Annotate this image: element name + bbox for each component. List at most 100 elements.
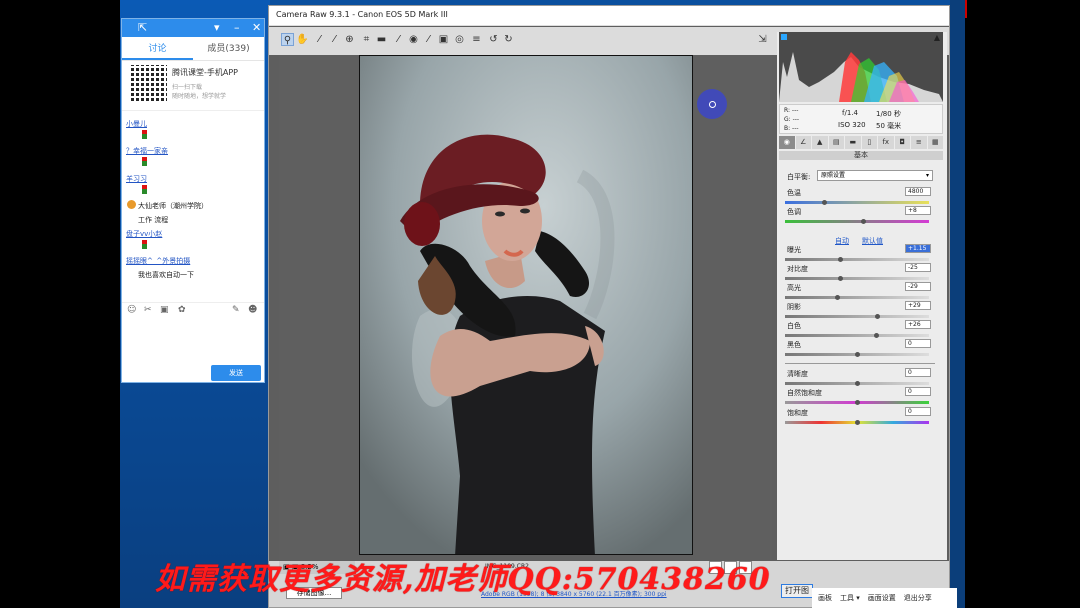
- section-title: 基本: [779, 151, 943, 160]
- slider-track[interactable]: [785, 220, 929, 223]
- rose-icon: [142, 157, 147, 166]
- fullscreen-icon[interactable]: ⇲: [756, 33, 769, 46]
- tab-discuss[interactable]: 讨论: [122, 37, 193, 60]
- slider-thumb[interactable]: [855, 381, 860, 386]
- slider-thumb[interactable]: [855, 352, 860, 357]
- slider-thumb[interactable]: [875, 314, 881, 319]
- dropdown-icon[interactable]: ▾: [214, 21, 220, 34]
- shadow-clip-icon[interactable]: [781, 34, 787, 40]
- tab-effects-icon[interactable]: fx: [878, 136, 894, 149]
- straighten-tool-icon[interactable]: ▬: [375, 33, 388, 46]
- wb-value: 原照设置: [821, 172, 846, 179]
- slider-label: 色调: [787, 208, 801, 216]
- slider-label: 白色: [787, 322, 801, 330]
- emoji-icon[interactable]: ☺: [127, 305, 136, 315]
- app-sub-line2: 随时随地，想学就学: [172, 93, 227, 100]
- red-eye-icon[interactable]: ◉: [407, 33, 420, 46]
- list-item[interactable]: 大仙老师（潮州学院）: [138, 201, 208, 211]
- highlight-clip-icon[interactable]: ▲: [934, 33, 940, 42]
- send-button[interactable]: 发送: [211, 365, 261, 381]
- scissors-icon[interactable]: ✂: [144, 305, 152, 315]
- share-icon[interactable]: ⇱: [138, 21, 147, 34]
- slider-value-field[interactable]: 4800: [905, 187, 931, 196]
- tab-presets-icon[interactable]: ≡: [911, 136, 927, 149]
- slider-value-field[interactable]: -29: [905, 282, 931, 291]
- spot-removal-icon[interactable]: ⁄: [392, 33, 405, 46]
- slider-thumb[interactable]: [821, 200, 827, 205]
- slider-track[interactable]: [785, 201, 929, 204]
- slider-thumb[interactable]: [855, 400, 860, 405]
- slider-label: 黑色: [787, 341, 801, 349]
- default-link[interactable]: 默认值: [862, 236, 883, 246]
- pointer-highlight: [697, 89, 727, 119]
- slider-thumb[interactable]: [860, 219, 866, 224]
- open-image-button[interactable]: 打开图: [781, 584, 813, 598]
- slider-value-field[interactable]: +1.15: [905, 244, 931, 253]
- slider-thumb[interactable]: [873, 333, 879, 338]
- slider-value-field[interactable]: +29: [905, 301, 931, 310]
- white-balance-select[interactable]: 原照设置 ▾: [817, 170, 933, 181]
- slider-thumb[interactable]: [855, 420, 860, 425]
- hand-tool-icon[interactable]: ✋: [296, 33, 309, 46]
- histogram-graph: [779, 52, 943, 102]
- slider-value-field[interactable]: 0: [905, 407, 931, 416]
- slider-thumb[interactable]: [834, 295, 840, 300]
- slider-track[interactable]: [785, 277, 929, 280]
- share-toolbar: 画板 工具 ▾ 画面设置 退出分享: [812, 588, 957, 608]
- slider-value-field[interactable]: +8: [905, 206, 931, 215]
- targeted-adjust-icon[interactable]: ⊕: [343, 33, 356, 46]
- tab-camera-icon[interactable]: ◘: [894, 136, 910, 149]
- slider-track[interactable]: [785, 296, 929, 299]
- graduated-filter-icon[interactable]: ▣: [437, 33, 450, 46]
- slider-thumb[interactable]: [837, 257, 843, 262]
- rotate-right-icon[interactable]: ↻: [502, 33, 515, 46]
- tool-whiteboard[interactable]: 画板: [818, 588, 832, 608]
- image-icon[interactable]: ▣: [160, 305, 169, 315]
- slider-value-field[interactable]: -25: [905, 263, 931, 272]
- message-list: 小曼儿 ？幸福一家亲 羊习习 大仙老师（潮州学院） 工作 流程 盘子vv小赵 摇…: [122, 119, 264, 299]
- minimize-icon[interactable]: –: [234, 21, 240, 34]
- list-item[interactable]: 摇摇眼^_^外景拍摄: [126, 256, 190, 266]
- color-sampler-icon[interactable]: ⁄: [328, 33, 341, 46]
- preview-canvas[interactable]: [279, 55, 772, 560]
- user-icon[interactable]: ☻: [248, 305, 257, 315]
- tab-basic-icon[interactable]: ◉: [779, 136, 795, 149]
- preferences-icon[interactable]: ≡: [470, 33, 483, 46]
- tab-members[interactable]: 成员(339): [193, 37, 264, 60]
- slider-value-field[interactable]: 0: [905, 387, 931, 396]
- slider-track[interactable]: [785, 315, 929, 318]
- iso-readout: ISO 320: [838, 121, 866, 129]
- white-balance-tool-icon[interactable]: ⁄: [313, 33, 326, 46]
- auto-link[interactable]: 自动: [835, 236, 849, 246]
- tool-tools[interactable]: 工具 ▾: [840, 588, 860, 608]
- tab-curve-icon[interactable]: ∠: [795, 136, 811, 149]
- tool-screen-settings[interactable]: 画面设置: [868, 588, 896, 608]
- tab-detail-icon[interactable]: ▲: [812, 136, 828, 149]
- slider-track[interactable]: [785, 258, 929, 261]
- list-item[interactable]: 羊习习: [126, 174, 147, 184]
- tab-hsl-icon[interactable]: ▤: [828, 136, 844, 149]
- rotate-left-icon[interactable]: ↺: [487, 33, 500, 46]
- tab-snapshots-icon[interactable]: ▦: [927, 136, 943, 149]
- zoom-tool-icon[interactable]: ⚲: [281, 33, 294, 46]
- slider-value-field[interactable]: 0: [905, 368, 931, 377]
- app-promo-card[interactable]: 腾讯课堂-手机APP 扫一扫下载 随时随地，想学就学: [122, 61, 264, 111]
- list-item: 我也喜欢自动一下: [138, 271, 194, 279]
- list-item[interactable]: ？幸福一家亲: [126, 146, 168, 156]
- slider-thumb[interactable]: [837, 276, 843, 281]
- edit-icon[interactable]: ✎: [232, 305, 240, 315]
- crop-tool-icon[interactable]: ⌗: [360, 33, 373, 46]
- tab-lens-icon[interactable]: ▯: [861, 136, 877, 149]
- radial-filter-icon[interactable]: ◎: [453, 33, 466, 46]
- flower-icon[interactable]: ✿: [178, 305, 186, 315]
- aperture-readout: f/1.4: [842, 109, 858, 117]
- list-item[interactable]: 盘子vv小赵: [126, 229, 162, 239]
- slider-track[interactable]: [785, 334, 929, 337]
- slider-value-field[interactable]: +26: [905, 320, 931, 329]
- brush-icon[interactable]: ⁄: [422, 33, 435, 46]
- slider-value-field[interactable]: 0: [905, 339, 931, 348]
- close-icon[interactable]: ✕: [252, 21, 261, 34]
- list-item[interactable]: 小曼儿: [126, 119, 147, 129]
- tab-split-icon[interactable]: ▬: [845, 136, 861, 149]
- tool-exit-share[interactable]: 退出分享: [904, 588, 932, 608]
